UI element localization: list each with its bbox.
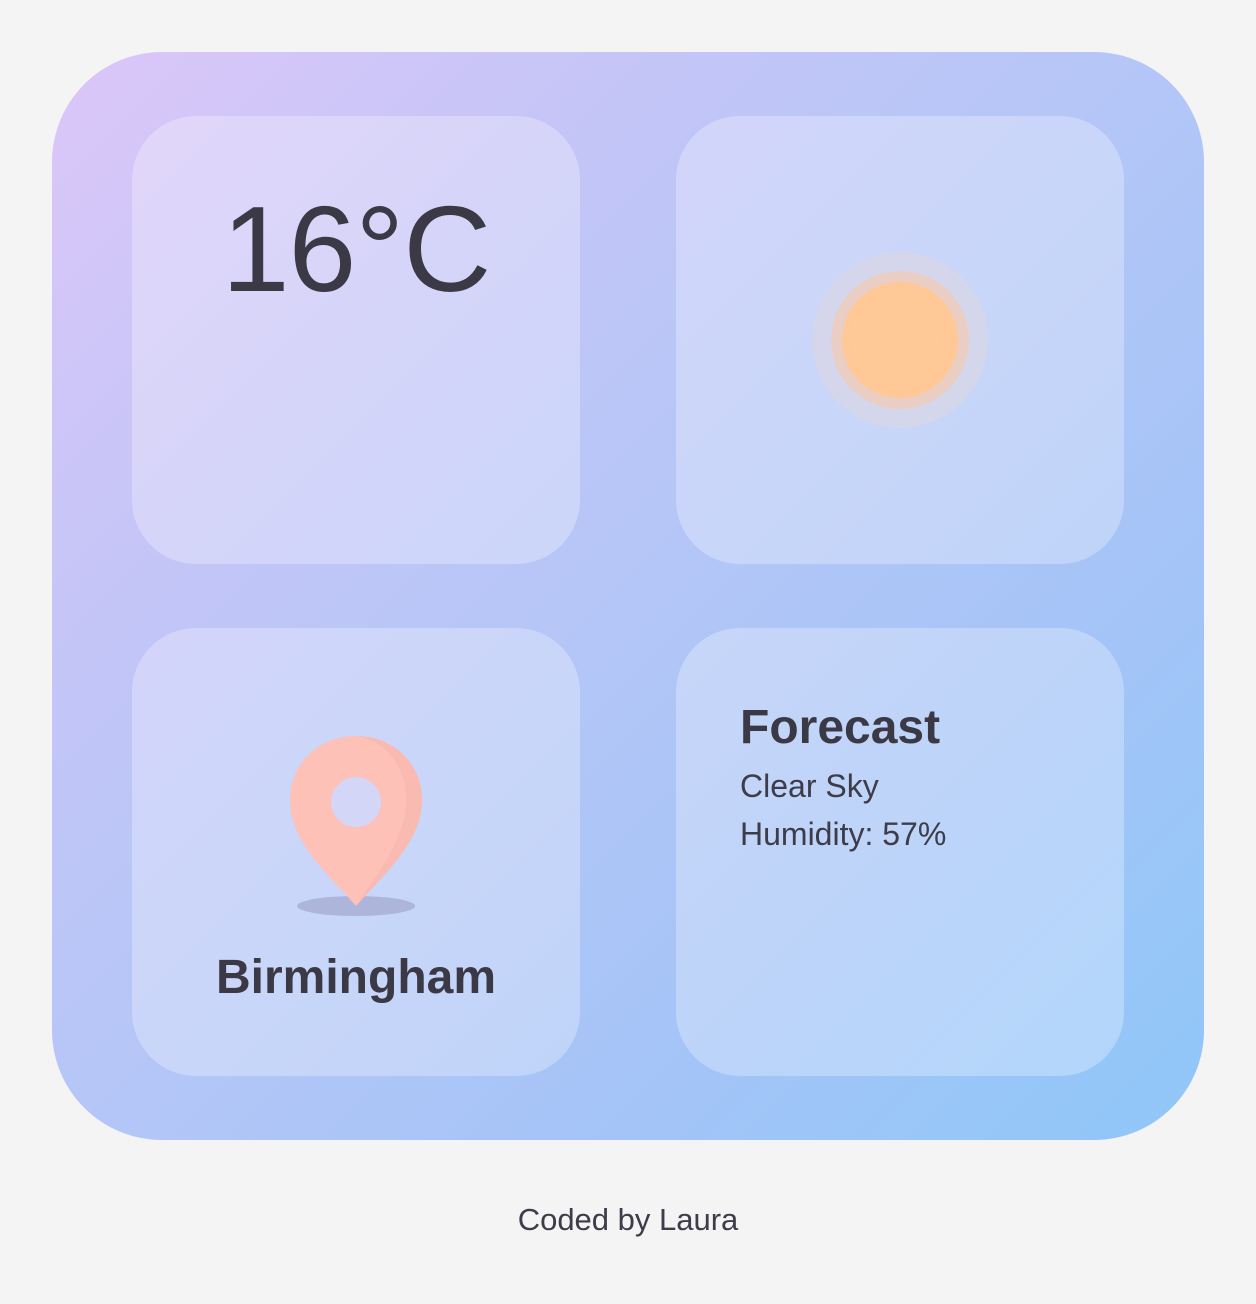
- location-tile: Birmingham: [132, 628, 580, 1076]
- map-pin-icon: [284, 726, 428, 922]
- forecast-condition: Clear Sky: [740, 768, 879, 804]
- city-name: Birmingham: [215, 951, 497, 1004]
- forecast-tile: Forecast Clear Sky Humidity: 57%: [676, 628, 1124, 1076]
- temperature-tile: 16°C: [132, 116, 580, 564]
- forecast-title: Forecast: [740, 701, 941, 754]
- footer-credit: Coded by Laura: [517, 1202, 739, 1237]
- condition-tile: [676, 116, 1124, 564]
- forecast-humidity: Humidity: 57%: [740, 816, 947, 852]
- sun-icon: [811, 251, 989, 429]
- temperature-value: 16°C: [221, 181, 492, 317]
- weather-widget: 16°C Birmingham Forecast Clear Sky Humid…: [52, 52, 1204, 1140]
